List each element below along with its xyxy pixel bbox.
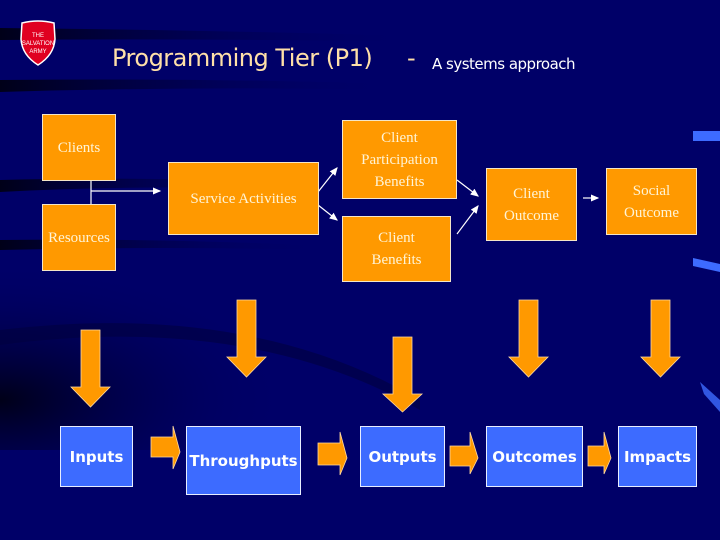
stage-throughputs-label: Throughputs xyxy=(189,451,298,470)
down-arrow-throughputs xyxy=(226,299,267,378)
right-arrow-4 xyxy=(587,431,612,475)
stage-inputs: Inputs xyxy=(60,426,133,487)
stage-throughputs: Throughputs xyxy=(186,426,301,495)
down-arrow-outputs xyxy=(381,336,424,413)
down-arrow-inputs xyxy=(70,329,111,408)
stage-outcomes: Outcomes xyxy=(486,426,583,487)
stage-outputs-label: Outputs xyxy=(368,447,437,466)
right-arrow-2 xyxy=(317,431,348,476)
stage-inputs-label: Inputs xyxy=(69,447,124,466)
right-arrow-1 xyxy=(150,425,181,470)
stage-impacts: Impacts xyxy=(618,426,697,487)
stage-outputs: Outputs xyxy=(360,426,445,487)
stage-outcomes-label: Outcomes xyxy=(492,447,577,466)
down-arrow-impacts xyxy=(640,299,681,378)
down-arrow-outcomes xyxy=(508,299,549,378)
stage-impacts-label: Impacts xyxy=(623,447,692,466)
right-arrow-3 xyxy=(449,431,479,475)
